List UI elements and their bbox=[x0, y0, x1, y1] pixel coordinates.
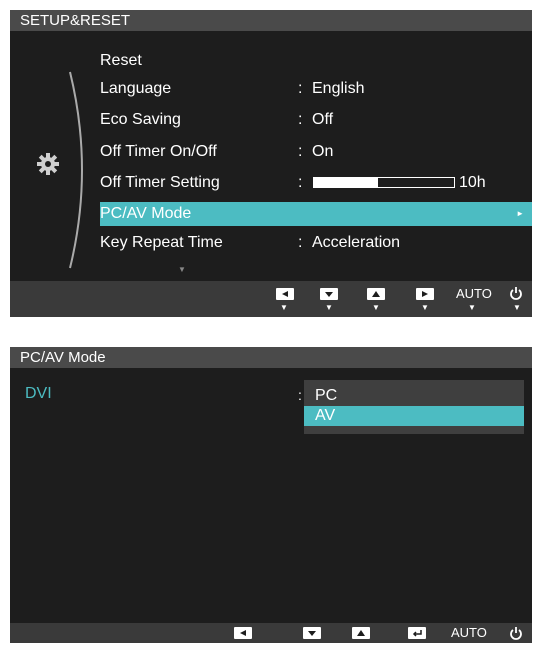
mode-dropdown[interactable]: PC AV bbox=[304, 380, 524, 434]
right-icon bbox=[422, 291, 428, 297]
menu-item-label: Language bbox=[100, 80, 172, 97]
left-button[interactable] bbox=[234, 627, 254, 639]
panel-title: SETUP&RESET bbox=[10, 10, 532, 31]
option-pc[interactable]: PC bbox=[304, 386, 524, 406]
down-button[interactable] bbox=[320, 288, 340, 300]
menu-item-label: Key Repeat Time bbox=[100, 234, 223, 251]
menu-item-label: PC/AV Mode bbox=[100, 205, 192, 222]
menu-item-value: : Acceleration bbox=[298, 234, 401, 251]
down-indicator-icon: ▼ bbox=[513, 303, 521, 312]
down-indicator-icon: ▼ bbox=[372, 303, 380, 312]
right-button[interactable] bbox=[416, 288, 436, 300]
dvi-label[interactable]: DVI bbox=[25, 385, 52, 403]
separator-colon: : bbox=[298, 387, 302, 403]
menu-item-pc-av-mode[interactable]: PC/AV Mode ► bbox=[100, 202, 532, 226]
menu-item-value: : On bbox=[298, 143, 334, 160]
down-indicator-icon: ▼ bbox=[421, 303, 429, 312]
button-guide-bar: AUTO bbox=[10, 623, 532, 643]
timer-slider-fill bbox=[314, 178, 379, 188]
down-icon bbox=[325, 292, 333, 297]
menu-item-language[interactable]: Language : English bbox=[100, 77, 532, 101]
down-indicator-icon: ▼ bbox=[468, 303, 476, 312]
power-icon[interactable] bbox=[509, 286, 523, 300]
menu-item-value: : English bbox=[298, 80, 365, 97]
left-button[interactable] bbox=[276, 288, 296, 300]
menu-item-key-repeat-time[interactable]: Key Repeat Time : Acceleration bbox=[100, 231, 532, 255]
menu-item-label: Eco Saving bbox=[100, 111, 181, 128]
power-icon[interactable] bbox=[509, 626, 523, 640]
down-button[interactable] bbox=[303, 627, 323, 639]
menu-item-value: : Off bbox=[298, 111, 334, 128]
up-icon bbox=[357, 630, 365, 636]
enter-button[interactable] bbox=[408, 627, 428, 639]
setup-reset-panel: SETUP&RESET Reset Language : English Eco … bbox=[10, 10, 532, 317]
timer-value: 10h bbox=[459, 174, 486, 191]
down-icon bbox=[308, 631, 316, 636]
menu-item-label: Off Timer Setting bbox=[100, 174, 220, 191]
left-icon bbox=[240, 630, 246, 636]
down-indicator-icon: ▼ bbox=[325, 303, 333, 312]
up-button[interactable] bbox=[367, 288, 387, 300]
up-icon bbox=[372, 291, 380, 297]
option-av[interactable]: AV bbox=[304, 406, 524, 426]
menu-item-label: Reset bbox=[100, 52, 142, 69]
menu-item-reset[interactable]: Reset bbox=[100, 49, 532, 73]
pc-av-mode-panel: PC/AV Mode DVI : PC AV AUTO bbox=[10, 347, 532, 643]
submenu-arrow-icon: ► bbox=[516, 209, 524, 218]
left-icon bbox=[282, 291, 288, 297]
menu-item-off-timer-onoff[interactable]: Off Timer On/Off : On bbox=[100, 140, 532, 164]
scroll-down-indicator-icon: ▼ bbox=[178, 265, 186, 274]
menu-curve-decoration bbox=[69, 71, 83, 269]
menu-item-label: Off Timer On/Off bbox=[100, 143, 217, 160]
down-indicator-icon: ▼ bbox=[280, 303, 288, 312]
menu-item-off-timer-setting[interactable]: Off Timer Setting :10h bbox=[100, 171, 532, 195]
auto-button[interactable]: AUTO bbox=[456, 286, 492, 301]
auto-button[interactable]: AUTO bbox=[451, 625, 487, 640]
timer-slider[interactable] bbox=[313, 177, 455, 189]
enter-icon bbox=[412, 630, 422, 637]
up-button[interactable] bbox=[352, 627, 372, 639]
button-guide-bar: ▼ ▼ ▼ ▼ AUTO ▼ ▼ bbox=[10, 281, 532, 317]
menu-item-value: :10h bbox=[298, 174, 486, 191]
gear-icon bbox=[37, 153, 59, 175]
panel-title: PC/AV Mode bbox=[10, 347, 532, 368]
menu-item-eco-saving[interactable]: Eco Saving : Off bbox=[100, 108, 532, 132]
